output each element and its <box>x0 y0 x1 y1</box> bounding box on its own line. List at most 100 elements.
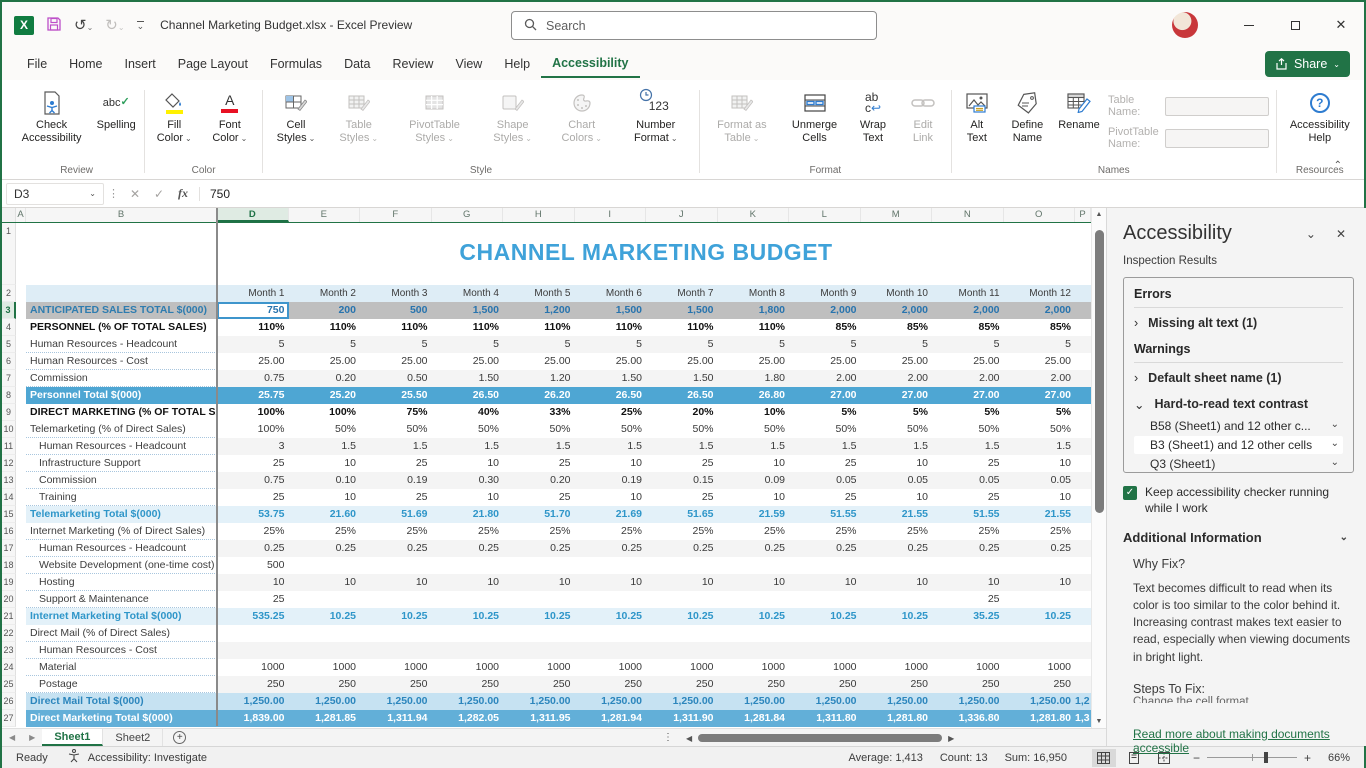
accessibility-status[interactable]: Accessibility: Investigate <box>88 752 207 764</box>
cell[interactable]: 25% <box>646 523 718 540</box>
cell[interactable]: 0.10 <box>289 472 361 489</box>
row-number-14[interactable]: 14 <box>2 489 16 506</box>
cell[interactable] <box>1075 608 1091 625</box>
cell[interactable]: 1,250.00 <box>718 693 790 710</box>
maximize-button[interactable] <box>1272 2 1318 48</box>
read-more-link[interactable]: Read more about making documents accessi… <box>1123 727 1333 755</box>
cell[interactable] <box>16 693 26 710</box>
cell[interactable]: 1,281.84 <box>718 710 790 727</box>
cell[interactable] <box>1075 523 1091 540</box>
keep-checker-running-checkbox[interactable]: ✓ Keep accessibility checker running whi… <box>1123 485 1356 516</box>
cell[interactable]: 5% <box>789 404 861 421</box>
cell[interactable]: 5 <box>718 336 790 353</box>
cell[interactable]: 85% <box>1004 319 1076 336</box>
cell[interactable] <box>16 523 26 540</box>
add-sheet-icon[interactable]: + <box>173 731 186 744</box>
cell[interactable]: 10 <box>1004 489 1076 506</box>
cell[interactable] <box>1004 591 1076 608</box>
cell[interactable] <box>1075 625 1091 642</box>
cell[interactable]: 50% <box>289 421 361 438</box>
cell[interactable]: 110% <box>360 319 432 336</box>
cell[interactable]: 0.25 <box>575 540 647 557</box>
cell[interactable]: 250 <box>718 676 790 693</box>
cell[interactable]: 5 <box>432 336 504 353</box>
tab-home[interactable]: Home <box>58 51 113 77</box>
cell[interactable] <box>1075 659 1091 676</box>
cell[interactable]: 21.80 <box>432 506 504 523</box>
cell[interactable]: 10 <box>289 574 361 591</box>
chevron-down-icon[interactable]: ⌄ <box>1331 457 1339 471</box>
row-label[interactable]: Direct Mail (% of Direct Sales) <box>26 625 217 642</box>
cell[interactable]: 0.25 <box>718 540 790 557</box>
additional-information-header[interactable]: Additional Information ⌄ <box>1123 530 1356 545</box>
row-label[interactable]: PERSONNEL (% OF TOTAL SALES) <box>26 319 217 336</box>
cell[interactable]: 25.20 <box>289 387 361 404</box>
sheet-nav-left-icon[interactable]: ◀ <box>2 733 22 742</box>
cell[interactable] <box>789 591 861 608</box>
cell[interactable] <box>861 625 933 642</box>
cell[interactable] <box>1075 319 1091 336</box>
month-header-cell[interactable]: Month 10 <box>861 285 933 302</box>
wrap-text-button[interactable]: abc↩ Wrap Text <box>848 88 898 147</box>
cell[interactable]: 1,311.80 <box>789 710 861 727</box>
cell[interactable]: 0.19 <box>360 472 432 489</box>
cell[interactable]: 50% <box>861 421 933 438</box>
cell[interactable] <box>1075 540 1091 557</box>
cell[interactable]: 1000 <box>360 659 432 676</box>
row-number-11[interactable]: 11 <box>2 438 16 455</box>
month-header-cell[interactable]: Month 3 <box>360 285 432 302</box>
cell[interactable]: 10 <box>1004 574 1076 591</box>
month-header-cell[interactable]: Month 2 <box>289 285 361 302</box>
row-label[interactable]: Material <box>26 659 217 676</box>
cell[interactable]: 25% <box>217 523 289 540</box>
cell[interactable] <box>1004 642 1076 659</box>
cell[interactable] <box>360 557 432 574</box>
cell[interactable]: 25% <box>861 523 933 540</box>
cell[interactable]: 25.00 <box>503 353 575 370</box>
contrast-item[interactable]: B58 (Sheet1) and 12 other c... ⌄ <box>1134 417 1343 435</box>
cell[interactable]: 50% <box>932 421 1004 438</box>
cell[interactable]: 10.25 <box>432 608 504 625</box>
cell[interactable] <box>16 370 26 387</box>
cell[interactable]: 1000 <box>289 659 361 676</box>
cell[interactable]: 25 <box>217 489 289 506</box>
cell[interactable]: 1.5 <box>503 438 575 455</box>
row-number-24[interactable]: 24 <box>2 659 16 676</box>
column-header-J[interactable]: J <box>646 208 718 222</box>
cell[interactable]: 1,839.00 <box>217 710 289 727</box>
cell[interactable]: 21.55 <box>1004 506 1076 523</box>
cell[interactable]: 25.00 <box>432 353 504 370</box>
chevron-down-icon[interactable]: ⌄ <box>1331 438 1339 452</box>
cell[interactable]: 2.00 <box>789 370 861 387</box>
cell[interactable]: 1000 <box>932 659 1004 676</box>
row-label[interactable]: Commission <box>26 370 217 387</box>
cell[interactable]: 5 <box>503 336 575 353</box>
fill-color-button[interactable]: Fill Color⌄ <box>148 88 200 147</box>
row-number-1[interactable]: 1 <box>2 223 16 285</box>
cell[interactable]: 1,250.00 <box>432 693 504 710</box>
cell[interactable] <box>1075 489 1091 506</box>
cell[interactable]: 1.5 <box>789 438 861 455</box>
row-number-15[interactable]: 15 <box>2 506 16 523</box>
month-header-cell[interactable]: Month 11 <box>932 285 1004 302</box>
tab-accessibility[interactable]: Accessibility <box>541 50 639 78</box>
cell[interactable] <box>26 285 217 302</box>
cell[interactable]: 0.20 <box>289 370 361 387</box>
cell[interactable] <box>503 591 575 608</box>
check-accessibility-button[interactable]: Check Accessibility <box>12 88 91 147</box>
row-number-8[interactable]: 8 <box>2 387 16 404</box>
cell[interactable]: 10 <box>861 455 933 472</box>
row-label[interactable]: Infrastructure Support <box>26 455 217 472</box>
cell[interactable]: 250 <box>932 676 1004 693</box>
cell[interactable]: 25.00 <box>217 353 289 370</box>
cell[interactable]: 1.50 <box>575 370 647 387</box>
cell[interactable]: 35.25 <box>932 608 1004 625</box>
cell[interactable]: 1000 <box>789 659 861 676</box>
cell[interactable] <box>16 455 26 472</box>
cell[interactable]: 5% <box>932 404 1004 421</box>
cell[interactable]: 200 <box>289 302 361 319</box>
cell[interactable]: 250 <box>432 676 504 693</box>
cell[interactable] <box>1075 591 1091 608</box>
cell[interactable]: 51.69 <box>360 506 432 523</box>
share-button[interactable]: Share ⌄ <box>1265 51 1350 77</box>
